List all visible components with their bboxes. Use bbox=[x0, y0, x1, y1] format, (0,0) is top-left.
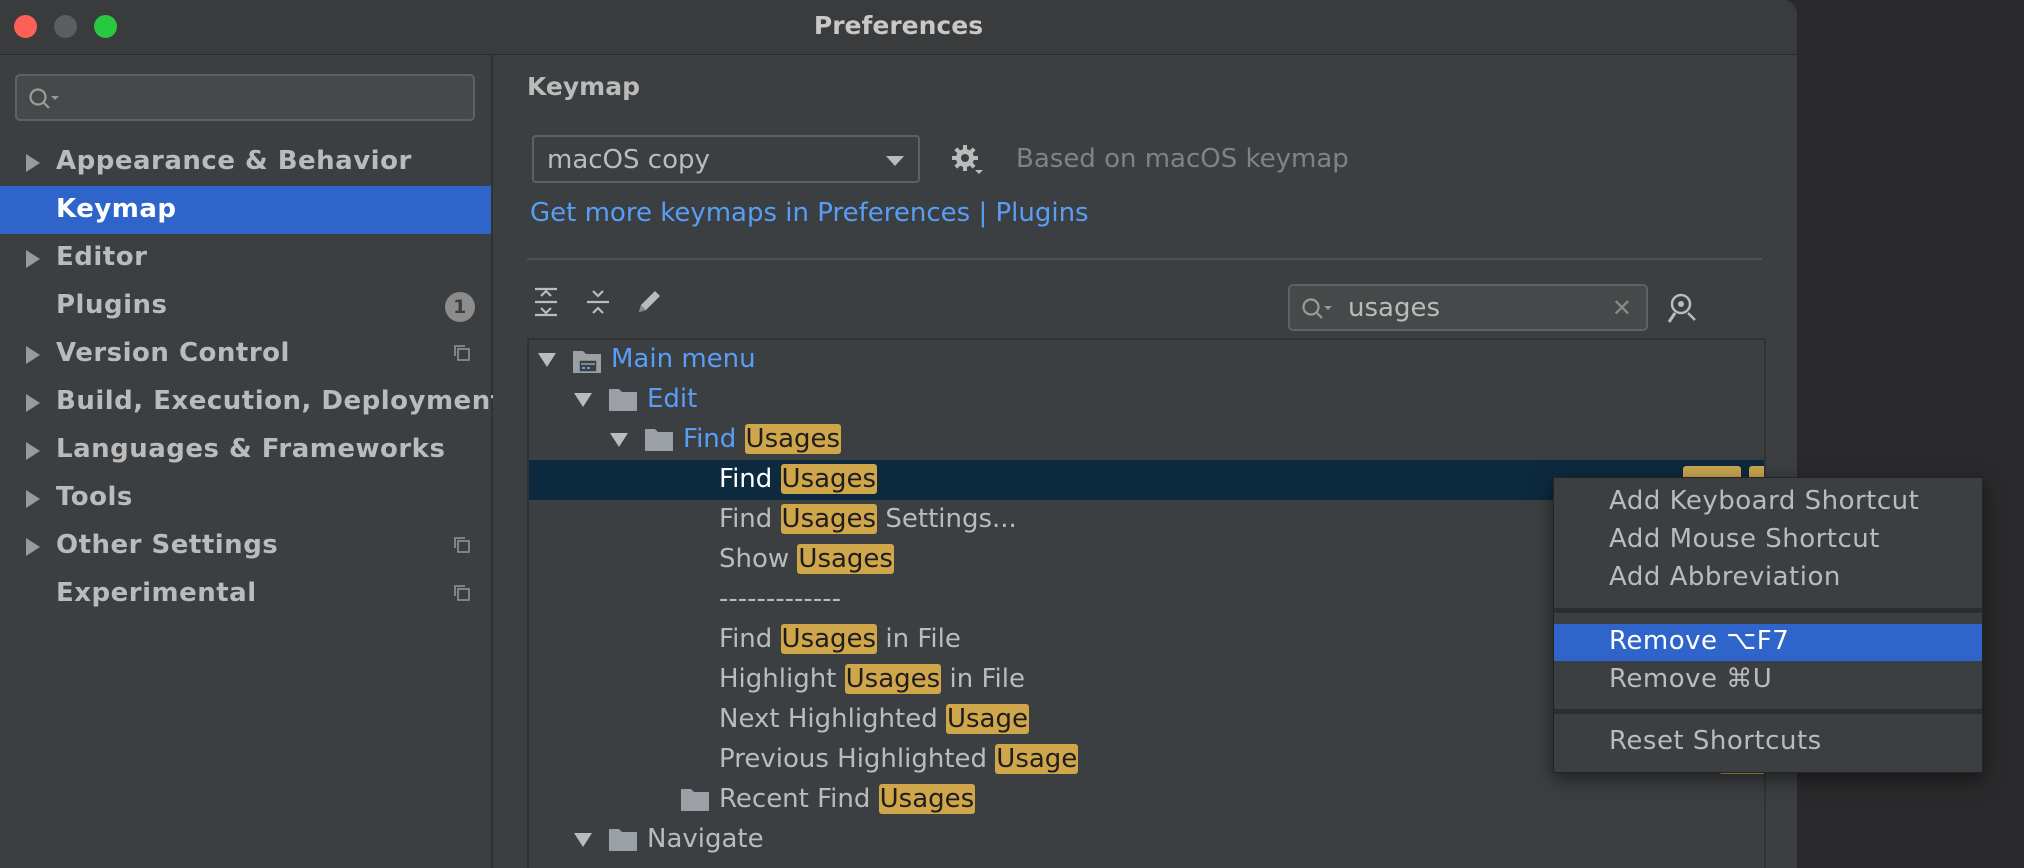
menu-item-add-keyboard-shortcut[interactable]: Add Keyboard Shortcut bbox=[1554, 484, 1982, 521]
search-match-highlight: Usages bbox=[844, 664, 942, 694]
collapse-arrow-icon[interactable] bbox=[574, 393, 592, 407]
divider bbox=[527, 258, 1762, 260]
tree-node-label: Show bbox=[719, 544, 798, 574]
project-settings-icon bbox=[454, 345, 470, 361]
edit-pencil-icon[interactable] bbox=[634, 286, 664, 318]
keymap-scheme-select[interactable]: macOS copy bbox=[532, 135, 920, 183]
tree-node-label: Recent Find bbox=[719, 784, 879, 814]
sidebar-item-editor[interactable]: Editor bbox=[0, 234, 491, 282]
search-match-highlight: Usage bbox=[945, 704, 1029, 734]
search-match-highlight: Usage bbox=[995, 744, 1079, 774]
search-match-highlight: Usages bbox=[780, 464, 878, 494]
tree-node-label: Previous Highlighted bbox=[719, 744, 996, 774]
tree-node-label: in File bbox=[941, 664, 1025, 694]
search-match-highlight: Usages bbox=[780, 624, 878, 654]
folder-icon bbox=[609, 389, 637, 411]
menu-item-remove-option-f7[interactable]: Remove ⌥F7 bbox=[1554, 624, 1982, 661]
sidebar-item-languages-frameworks[interactable]: Languages & Frameworks bbox=[0, 426, 491, 474]
menu-item-remove-cmd-u[interactable]: Remove ⌘U bbox=[1554, 662, 1982, 699]
sidebar-item-experimental[interactable]: Experimental bbox=[0, 570, 491, 618]
tree-node-label: Highlight bbox=[719, 664, 845, 694]
tree-node-label: Find bbox=[719, 464, 781, 494]
clear-search-icon[interactable]: ✕ bbox=[1612, 294, 1632, 322]
search-icon bbox=[1302, 298, 1332, 319]
menu-item-label: Remove ⌥F7 bbox=[1609, 626, 1790, 656]
menu-item-reset-shortcuts[interactable]: Reset Shortcuts bbox=[1554, 724, 1982, 761]
plugins-update-badge: 1 bbox=[445, 292, 475, 322]
tree-node-label: Edit bbox=[647, 384, 698, 414]
sidebar-item-version-control[interactable]: Version Control bbox=[0, 330, 491, 378]
main-menu-icon bbox=[573, 351, 601, 373]
sidebar-item-tools[interactable]: Tools bbox=[0, 474, 491, 522]
get-more-keymaps-link[interactable]: Get more keymaps in Preferences | Plugin… bbox=[530, 198, 1089, 228]
collapse-arrow-icon[interactable] bbox=[574, 833, 592, 847]
tree-node-recent-find-usages[interactable]: Recent Find Usages bbox=[529, 780, 1764, 820]
tree-node-label: in File bbox=[877, 624, 961, 654]
tree-node-label: Find bbox=[719, 504, 781, 534]
menu-item-add-mouse-shortcut[interactable]: Add Mouse Shortcut bbox=[1554, 522, 1982, 559]
separator-label: ------------- bbox=[719, 584, 841, 614]
menu-item-label: Remove ⌘U bbox=[1609, 664, 1773, 694]
expand-arrow-icon[interactable] bbox=[26, 394, 40, 412]
shortcut-context-menu: Add Keyboard Shortcut Add Mouse Shortcut… bbox=[1553, 477, 1983, 773]
settings-sidebar: Appearance & Behavior Keymap Editor Plug… bbox=[0, 55, 503, 868]
menu-separator bbox=[1554, 608, 1982, 613]
folder-icon bbox=[681, 789, 709, 811]
preferences-window: Preferences Appearance & Behavior Keymap… bbox=[0, 0, 1797, 868]
action-search-input[interactable]: usages ✕ bbox=[1288, 284, 1648, 331]
tree-node-label: Find bbox=[719, 624, 781, 654]
project-settings-icon bbox=[454, 537, 470, 553]
expand-all-icon[interactable] bbox=[532, 286, 560, 318]
tree-node-navigate[interactable]: Navigate bbox=[529, 820, 1764, 860]
tree-node-main-menu[interactable]: Main menu bbox=[529, 340, 1764, 380]
folder-icon bbox=[609, 829, 637, 851]
menu-item-add-abbreviation[interactable]: Add Abbreviation bbox=[1554, 560, 1982, 597]
find-by-shortcut-icon[interactable] bbox=[1666, 291, 1700, 325]
tree-node-label: Next Highlighted bbox=[719, 704, 946, 734]
tree-node-label: Find bbox=[683, 424, 745, 454]
menu-separator bbox=[1554, 709, 1982, 714]
settings-search-input[interactable] bbox=[15, 74, 475, 121]
expand-arrow-icon[interactable] bbox=[26, 538, 40, 556]
title-bar: Preferences bbox=[0, 0, 1797, 55]
collapse-arrow-icon[interactable] bbox=[538, 353, 556, 367]
folder-icon bbox=[645, 429, 673, 451]
expand-arrow-icon[interactable] bbox=[26, 442, 40, 460]
menu-item-label: Reset Shortcuts bbox=[1609, 726, 1822, 756]
sidebar-item-plugins[interactable]: Plugins 1 bbox=[0, 282, 491, 330]
sidebar-item-build-execution-deployment[interactable]: Build, Execution, Deployment bbox=[0, 378, 503, 426]
menu-item-label: Add Abbreviation bbox=[1609, 562, 1841, 592]
based-on-label: Based on macOS keymap bbox=[1016, 144, 1349, 174]
search-match-highlight: Usages bbox=[780, 504, 878, 534]
search-match-highlight: Usages bbox=[797, 544, 894, 574]
tree-node-edit[interactable]: Edit bbox=[529, 380, 1764, 420]
collapse-all-icon[interactable] bbox=[584, 286, 612, 318]
window-title: Preferences bbox=[813, 11, 984, 40]
tree-node-label: Settings... bbox=[877, 504, 1017, 534]
menu-item-label: Add Mouse Shortcut bbox=[1609, 524, 1880, 554]
expand-arrow-icon[interactable] bbox=[26, 250, 40, 268]
search-match-highlight: Usages bbox=[744, 424, 842, 454]
project-settings-icon bbox=[454, 585, 470, 601]
expand-arrow-icon[interactable] bbox=[26, 346, 40, 364]
gear-icon[interactable] bbox=[950, 143, 984, 177]
sidebar-item-other-settings[interactable]: Other Settings bbox=[0, 522, 491, 570]
chevron-down-icon bbox=[886, 156, 904, 166]
tree-node-find-usages-group[interactable]: Find Usages bbox=[529, 420, 1764, 460]
sidebar-item-appearance-behavior[interactable]: Appearance & Behavior bbox=[0, 138, 491, 186]
expand-arrow-icon[interactable] bbox=[26, 490, 40, 508]
section-title: Keymap bbox=[527, 72, 641, 101]
search-match-highlight: Usages bbox=[878, 784, 976, 814]
menu-item-label: Add Keyboard Shortcut bbox=[1609, 486, 1920, 516]
collapse-arrow-icon[interactable] bbox=[610, 433, 628, 447]
expand-arrow-icon[interactable] bbox=[26, 154, 40, 172]
tree-node-label: Navigate bbox=[647, 824, 764, 854]
tree-node-label: Main menu bbox=[611, 344, 756, 374]
search-icon bbox=[29, 88, 59, 109]
action-search-value: usages bbox=[1348, 293, 1441, 323]
sidebar-item-keymap[interactable]: Keymap bbox=[0, 186, 491, 234]
